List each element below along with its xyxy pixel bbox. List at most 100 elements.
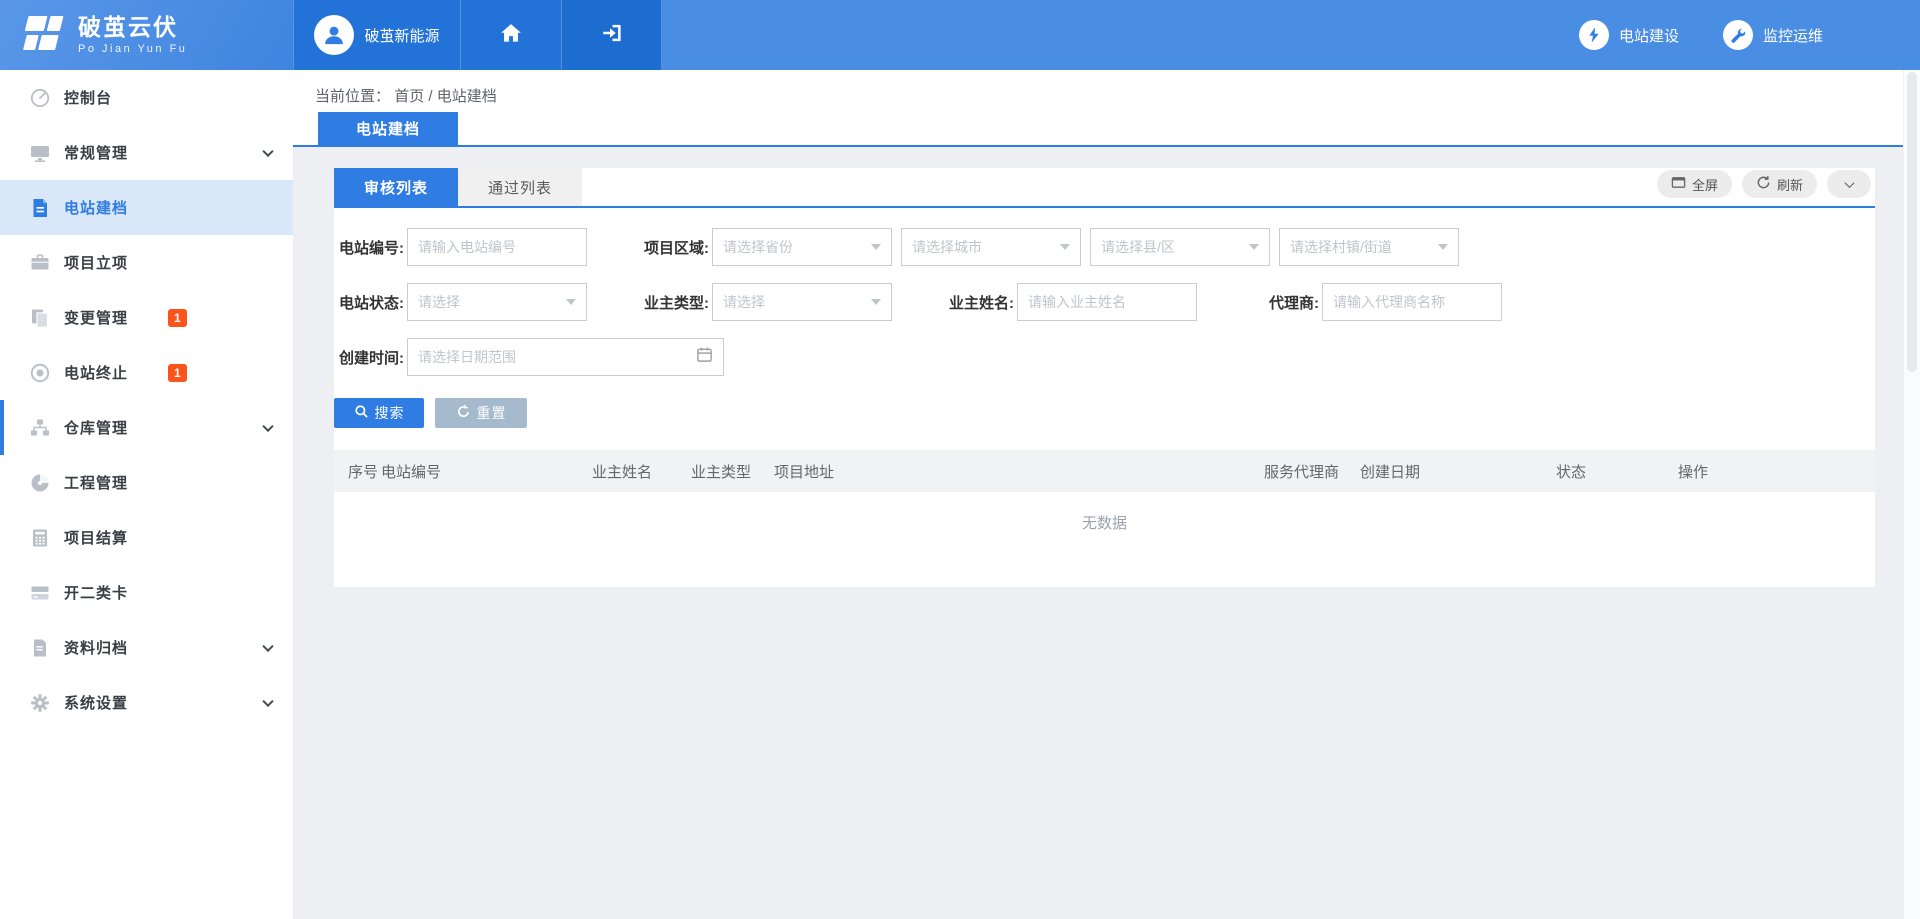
col-project-address: 项目地址 — [774, 461, 1264, 482]
stop-circle-icon — [29, 362, 51, 384]
owner-type-select[interactable]: 请选择 — [712, 283, 892, 321]
search-button[interactable]: 搜索 — [334, 398, 424, 428]
dashboard-icon — [29, 87, 51, 109]
sitemap-icon — [29, 417, 51, 439]
created-time-label: 创建时间: — [334, 347, 404, 368]
breadcrumb-current: 电站建档 — [437, 88, 497, 105]
empty-state: 无数据 — [334, 492, 1875, 552]
town-select[interactable]: 请选择村镇/街道 — [1279, 228, 1459, 266]
county-select[interactable]: 请选择县/区 — [1090, 228, 1270, 266]
calendar-icon — [696, 346, 713, 368]
col-actions: 操作 — [1678, 461, 1875, 482]
sidebar-item-change-mgmt[interactable]: 变更管理 1 — [0, 290, 293, 345]
company-name: 破茧新能源 — [364, 25, 439, 46]
col-owner-name: 业主姓名 — [592, 461, 691, 482]
nav-monitor-ops-label: 监控运维 — [1763, 25, 1823, 46]
refresh-button[interactable]: 刷新 — [1742, 170, 1817, 198]
archive-doc-icon — [29, 637, 51, 659]
dropdown-arrow-icon — [1249, 244, 1259, 250]
breadcrumb-bar: 当前位置： 首页 / 电站建档 电站建档 — [293, 70, 1903, 147]
active-indicator — [0, 400, 4, 455]
brand-logo: 破茧云伏 Po Jian Yun Fu — [0, 0, 293, 70]
fullscreen-button[interactable]: 全屏 — [1657, 170, 1732, 198]
main-area: 当前位置： 首页 / 电站建档 电站建档 审核列表 通过列表 — [293, 70, 1903, 919]
page-scrollbar[interactable] — [1903, 70, 1920, 919]
sidebar-item-archive[interactable]: 资料归档 — [0, 620, 293, 675]
calculator-icon — [29, 527, 51, 549]
home-button[interactable] — [460, 0, 561, 70]
page-tab-station-filing[interactable]: 电站建档 — [318, 112, 458, 145]
logout-button[interactable] — [561, 0, 662, 70]
sidebar-item-project-settlement[interactable]: 项目结算 — [0, 510, 293, 565]
card-icon — [29, 582, 51, 604]
user-avatar-icon — [314, 15, 354, 55]
chevron-down-icon — [1844, 178, 1854, 188]
dropdown-arrow-icon — [566, 299, 576, 305]
breadcrumb-home-link[interactable]: 首页 — [394, 88, 424, 105]
date-range-input[interactable] — [418, 349, 696, 365]
nav-station-construction[interactable]: 电站建设 — [1579, 20, 1679, 50]
search-icon — [354, 404, 369, 422]
brand-subtitle: Po Jian Yun Fu — [78, 43, 187, 55]
col-seq: 序号 — [334, 461, 381, 482]
station-status-select[interactable]: 请选择 — [407, 283, 587, 321]
table-header-row: 序号 电站编号 业主姓名 业主类型 项目地址 服务代理商 创建日期 状态 操作 — [334, 450, 1875, 492]
status-badge: 1 — [168, 364, 187, 382]
owner-type-label: 业主类型: — [639, 292, 709, 313]
refresh-icon — [1756, 175, 1771, 193]
sidebar-item-warehouse-mgmt[interactable]: 仓库管理 — [0, 400, 293, 455]
sidebar-item-station-filing[interactable]: 电站建档 — [0, 180, 293, 235]
dropdown-arrow-icon — [871, 244, 881, 250]
dropdown-arrow-icon — [1438, 244, 1448, 250]
topbar-spacer — [662, 0, 1579, 70]
topbar-user-menu[interactable]: 破茧新能源 — [293, 0, 460, 70]
collapse-button[interactable] — [1827, 170, 1871, 198]
date-range-picker[interactable] — [407, 338, 724, 376]
wrench-icon — [1723, 20, 1753, 50]
chevron-down-icon — [262, 640, 273, 651]
filter-form: 电站编号: 项目区域: 请选择省份 请选择城市 — [334, 208, 1875, 428]
panel: 审核列表 通过列表 全屏 — [334, 168, 1875, 587]
sidebar-item-type2-card[interactable]: 开二类卡 — [0, 565, 293, 620]
province-select[interactable]: 请选择省份 — [712, 228, 892, 266]
results-table: 序号 电站编号 业主姓名 业主类型 项目地址 服务代理商 创建日期 状态 操作 … — [334, 450, 1875, 552]
reset-button[interactable]: 重置 — [435, 398, 527, 428]
gauge-icon — [29, 472, 51, 494]
col-station-no: 电站编号 — [381, 461, 592, 482]
content: 审核列表 通过列表 全屏 — [293, 147, 1903, 587]
chevron-down-icon — [262, 420, 273, 431]
chevron-down-icon — [262, 145, 273, 156]
nav-monitor-ops[interactable]: 监控运维 — [1723, 20, 1823, 50]
breadcrumb-prefix: 当前位置： — [315, 88, 390, 105]
agent-label: 代理商: — [1249, 292, 1319, 313]
copy-icon — [29, 307, 51, 329]
home-icon — [499, 21, 523, 50]
city-select[interactable]: 请选择城市 — [901, 228, 1081, 266]
gear-icon — [29, 692, 51, 714]
sidebar-item-engineering-mgmt[interactable]: 工程管理 — [0, 455, 293, 510]
status-badge: 1 — [168, 309, 187, 327]
sidebar-item-project-initiation[interactable]: 项目立项 — [0, 235, 293, 290]
topbar: 破茧云伏 Po Jian Yun Fu 破茧新能源 — [0, 0, 1920, 70]
station-status-label: 电站状态: — [334, 292, 404, 313]
col-owner-type: 业主类型 — [691, 461, 774, 482]
station-no-label: 电站编号: — [334, 237, 404, 258]
monitor-icon — [29, 142, 51, 164]
owner-name-input[interactable] — [1017, 283, 1197, 321]
tab-review-list[interactable]: 审核列表 — [334, 168, 458, 206]
sidebar-item-system-settings[interactable]: 系统设置 — [0, 675, 293, 730]
chevron-down-icon — [262, 695, 273, 706]
dropdown-arrow-icon — [871, 299, 881, 305]
reset-icon — [456, 404, 471, 422]
sidebar-item-station-termination[interactable]: 电站终止 1 — [0, 345, 293, 400]
sidebar-item-general-mgmt[interactable]: 常规管理 — [0, 125, 293, 180]
lightning-icon — [1579, 20, 1609, 50]
station-no-input[interactable] — [407, 228, 587, 266]
region-label: 项目区域: — [639, 237, 709, 258]
nav-station-construction-label: 电站建设 — [1619, 25, 1679, 46]
fullscreen-icon — [1671, 175, 1686, 193]
agent-input[interactable] — [1322, 283, 1502, 321]
sidebar-item-console[interactable]: 控制台 — [0, 70, 293, 125]
tab-passed-list[interactable]: 通过列表 — [458, 168, 582, 206]
scrollbar-thumb[interactable] — [1907, 72, 1917, 372]
